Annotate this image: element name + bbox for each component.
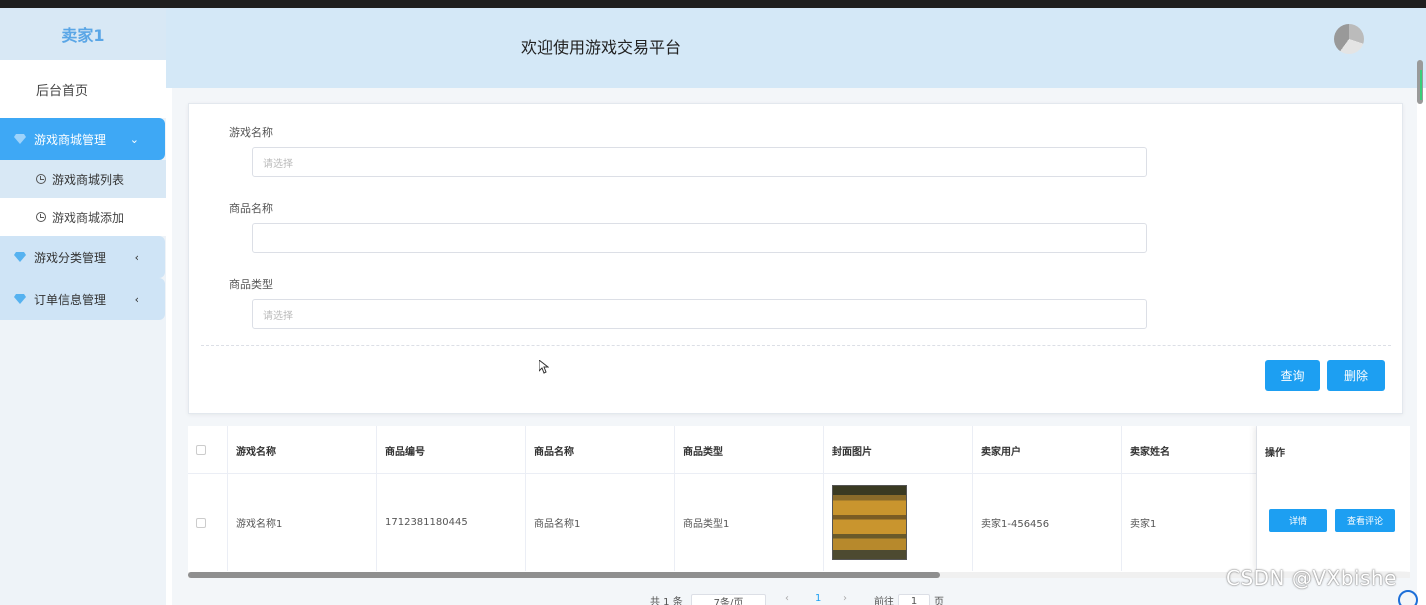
column-header[interactable]: 卖家用户 xyxy=(973,426,1122,474)
sidebar-item-label: 游戏商城添加 xyxy=(52,210,125,225)
field-label-product-type: 商品类型 xyxy=(229,278,273,291)
pagination-total: 共 1 条 xyxy=(650,597,683,605)
goto-label: 前往 xyxy=(874,597,894,605)
mouse-cursor-icon xyxy=(539,360,549,374)
scroll-indicator xyxy=(1420,70,1422,100)
help-icon[interactable] xyxy=(1398,590,1418,605)
sidebar-item-game-mall-list[interactable]: 游戏商城列表 xyxy=(0,160,166,198)
game-name-select[interactable]: 请选择 xyxy=(252,147,1147,177)
cell-seller-name: 卖家1 xyxy=(1122,474,1257,571)
sidebar-item-game-mall-add[interactable]: 游戏商城添加 xyxy=(0,198,166,236)
data-table: 游戏名称 商品编号 商品名称 商品类型 封面图片 卖家用户 卖家姓名 游戏名称1… xyxy=(188,426,1410,576)
sidebar-group-game-mall[interactable]: 游戏商城管理 ⌄ xyxy=(0,118,165,160)
form-divider xyxy=(201,345,1391,346)
column-header[interactable]: 游戏名称 xyxy=(228,426,377,474)
table-row: 游戏名称1 1712381180445 商品名称1 商品类型1 卖家1-4564… xyxy=(188,474,1410,571)
field-label-product-name: 商品名称 xyxy=(229,202,273,215)
next-page-button[interactable]: › xyxy=(843,593,847,604)
gem-icon xyxy=(14,294,26,304)
gem-icon xyxy=(14,134,26,144)
field-label-game-name: 游戏名称 xyxy=(229,126,273,139)
table-header: 游戏名称 商品编号 商品名称 商品类型 封面图片 卖家用户 卖家姓名 xyxy=(188,426,1410,474)
clock-icon xyxy=(36,174,46,184)
cover-image[interactable] xyxy=(832,485,907,560)
sidebar-group-label: 订单信息管理 xyxy=(34,292,107,307)
page-title: 欢迎使用游戏交易平台 xyxy=(521,38,682,57)
cell-product-type: 商品类型1 xyxy=(675,474,824,571)
cell-cover-image xyxy=(824,474,973,571)
chevron-left-icon: ‹ xyxy=(134,292,139,306)
sidebar-group-label: 游戏分类管理 xyxy=(34,250,107,265)
window-top-edge xyxy=(0,0,1426,8)
detail-button[interactable]: 详情 xyxy=(1269,509,1327,532)
row-select-cell xyxy=(188,474,228,571)
chevron-left-icon: ‹ xyxy=(134,250,139,264)
sidebar-group-label: 游戏商城管理 xyxy=(34,132,107,147)
column-header: 操作 xyxy=(1265,448,1285,459)
row-checkbox[interactable] xyxy=(196,517,206,528)
avatar[interactable] xyxy=(1334,24,1364,54)
cell-seller-user: 卖家1-456456 xyxy=(973,474,1122,571)
watermark: CSDN @VXbishe xyxy=(1226,566,1397,590)
gem-icon xyxy=(14,252,26,262)
chevron-down-icon: ⌄ xyxy=(129,132,139,146)
column-header[interactable]: 封面图片 xyxy=(824,426,973,474)
column-header[interactable]: 商品编号 xyxy=(377,426,526,474)
operations-column: 操作 详情 查看评论 xyxy=(1257,426,1410,571)
sidebar-item-label: 游戏商城列表 xyxy=(52,172,125,187)
sidebar-brand: 卖家1 xyxy=(0,8,166,60)
page-unit-label: 页 xyxy=(934,597,944,605)
sidebar-item-home[interactable]: 后台首页 xyxy=(0,60,166,118)
select-all-checkbox[interactable] xyxy=(196,445,206,455)
select-all-cell xyxy=(188,426,228,474)
top-header: 欢迎使用游戏交易平台 xyxy=(166,8,1426,88)
view-reviews-button[interactable]: 查看评论 xyxy=(1335,509,1395,532)
product-name-input[interactable] xyxy=(252,223,1147,253)
cell-game-name: 游戏名称1 xyxy=(228,474,377,571)
prev-page-button[interactable]: ‹ xyxy=(785,593,789,604)
clock-icon xyxy=(36,212,46,222)
main-content: 游戏名称 请选择 商品名称 商品类型 请选择 查询 删除 游戏名称 商品编号 商… xyxy=(172,88,1417,605)
sidebar-group-order-info[interactable]: 订单信息管理 ‹ xyxy=(0,278,165,320)
product-type-select[interactable]: 请选择 xyxy=(252,299,1147,329)
goto-page-input[interactable]: 1 xyxy=(898,594,930,605)
sidebar-group-game-category[interactable]: 游戏分类管理 ‹ xyxy=(0,236,165,278)
query-button[interactable]: 查询 xyxy=(1265,360,1320,391)
column-header[interactable]: 商品名称 xyxy=(526,426,675,474)
cell-product-no: 1712381180445 xyxy=(377,474,526,571)
column-header[interactable]: 卖家姓名 xyxy=(1122,426,1257,474)
page-size-select[interactable]: 7条/页 xyxy=(691,594,766,605)
horizontal-scrollbar-thumb[interactable] xyxy=(188,572,940,578)
page-number-current[interactable]: 1 xyxy=(815,593,821,604)
column-header[interactable]: 商品类型 xyxy=(675,426,824,474)
delete-button[interactable]: 删除 xyxy=(1327,360,1385,391)
search-form: 游戏名称 请选择 商品名称 商品类型 请选择 查询 删除 xyxy=(188,103,1403,414)
cell-product-name: 商品名称1 xyxy=(526,474,675,571)
sidebar: 卖家1 后台首页 游戏商城管理 ⌄ 游戏商城列表 游戏商城添加 游戏分类管理 ‹… xyxy=(0,8,166,605)
